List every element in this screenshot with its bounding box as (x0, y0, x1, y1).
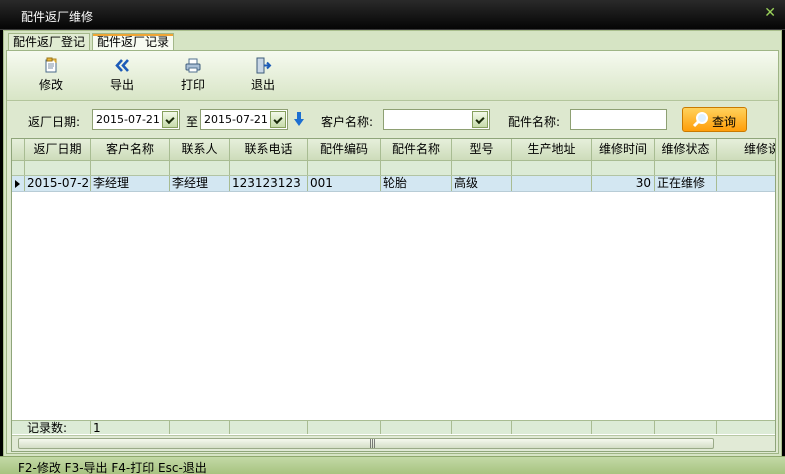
filter-cell[interactable] (91, 161, 170, 175)
title-bar: 配件返厂维修 ✕ (0, 0, 785, 30)
export-button[interactable]: 导出 (97, 57, 147, 97)
grip-icon: ||| (369, 439, 376, 449)
scrollbar-thumb[interactable]: ||| (18, 438, 714, 449)
filter-cell[interactable] (717, 161, 775, 175)
row-pointer-icon (15, 180, 20, 188)
double-chevron-left-icon (97, 57, 147, 74)
col-header-address[interactable]: 生产地址 (512, 139, 592, 161)
col-header-repair-time[interactable]: 维修时间 (592, 139, 655, 161)
tab-strip: 配件返厂登记 配件返厂记录 (8, 33, 176, 51)
down-arrow-icon[interactable] (293, 111, 305, 130)
cell-date[interactable]: 2015-07-21 (25, 176, 91, 191)
exit-button[interactable]: 退出 (238, 57, 288, 97)
window-body: 配件返厂登记 配件返厂记录 修改 导出 打印 退出 返厂日期: 2015-07-… (3, 30, 782, 474)
shortcut-hints: F2-修改 F3-导出 F4-打印 Esc-退出 (18, 461, 207, 474)
cell-contact[interactable]: 李经理 (170, 176, 230, 191)
col-header-status[interactable]: 维修状态 (655, 139, 717, 161)
col-header-part-code[interactable]: 配件编码 (308, 139, 381, 161)
query-button[interactable]: 查询 (682, 107, 747, 132)
cell-customer[interactable]: 李经理 (91, 176, 170, 191)
cell-note[interactable] (717, 176, 775, 191)
date-to-picker[interactable]: 2015-07-21 (200, 109, 288, 130)
cell-part-name[interactable]: 轮胎 (381, 176, 452, 191)
col-header-note[interactable]: 维修说 (717, 139, 775, 161)
query-button-label: 查询 (712, 115, 737, 129)
window-title: 配件返厂维修 (21, 10, 94, 24)
horizontal-scrollbar[interactable]: ||| (12, 435, 775, 451)
footer-cell (512, 421, 592, 434)
date-from-picker[interactable]: 2015-07-21 (92, 109, 180, 130)
footer-cell (230, 421, 308, 434)
tab-records[interactable]: 配件返厂记录 (92, 33, 175, 51)
footer-cell (452, 421, 512, 434)
col-header-contact[interactable]: 联系人 (170, 139, 230, 161)
filter-cell[interactable] (308, 161, 381, 175)
part-name-input[interactable] (570, 109, 667, 130)
magnifier-icon (692, 111, 710, 131)
chevron-down-icon[interactable] (472, 111, 488, 128)
footer-cell (308, 421, 381, 434)
print-button[interactable]: 打印 (168, 57, 218, 97)
footer-cell (381, 421, 452, 434)
chevron-down-icon[interactable] (270, 111, 286, 128)
status-bar: F2-修改 F3-导出 F4-打印 Esc-退出 (0, 456, 785, 474)
close-icon[interactable]: ✕ (764, 5, 776, 21)
filter-bar: 返厂日期: 2015-07-21 至 2015-07-21 客户名称: 配件名称… (7, 102, 778, 136)
cell-model[interactable]: 高级 (452, 176, 512, 191)
customer-select[interactable] (383, 109, 490, 130)
filter-cell[interactable] (170, 161, 230, 175)
date-from-value: 2015-07-21 (96, 113, 160, 126)
grid-header: 返厂日期 客户名称 联系人 联系电话 配件编码 配件名称 型号 生产地址 维修时… (12, 139, 775, 161)
cell-part-code[interactable]: 001 (308, 176, 381, 191)
part-name-label: 配件名称: (508, 115, 561, 129)
export-button-label: 导出 (109, 78, 134, 92)
tab-register[interactable]: 配件返厂登记 (8, 33, 91, 50)
print-button-label: 打印 (180, 78, 205, 92)
grid-footer: 记录数: 1 (12, 420, 775, 434)
cell-status[interactable]: 正在维修 (655, 176, 717, 191)
cell-phone[interactable]: 123123123 (230, 176, 308, 191)
filter-cell[interactable] (230, 161, 308, 175)
cell-repair-time[interactable]: 30 (592, 176, 655, 191)
records-grid[interactable]: 返厂日期 客户名称 联系人 联系电话 配件编码 配件名称 型号 生产地址 维修时… (11, 138, 776, 452)
filter-cell[interactable] (592, 161, 655, 175)
col-header-customer[interactable]: 客户名称 (91, 139, 170, 161)
customer-label: 客户名称: (321, 115, 374, 129)
col-header-model[interactable]: 型号 (452, 139, 512, 161)
filter-cell[interactable] (655, 161, 717, 175)
col-header-date[interactable]: 返厂日期 (25, 139, 91, 161)
to-label: 至 (186, 115, 199, 129)
col-header-part-name[interactable]: 配件名称 (381, 139, 452, 161)
filter-cell[interactable] (512, 161, 592, 175)
records-panel: 修改 导出 打印 退出 返厂日期: 2015-07-21 至 2015-07-2… (6, 50, 779, 454)
edit-button-label: 修改 (38, 78, 63, 92)
filter-cell (12, 161, 25, 175)
footer-cell (592, 421, 655, 434)
footer-cell (170, 421, 230, 434)
col-header-phone[interactable]: 联系电话 (230, 139, 308, 161)
edit-doc-icon (26, 57, 76, 74)
date-label: 返厂日期: (28, 115, 81, 129)
table-row[interactable]: 2015-07-21 李经理 李经理 123123123 001 轮胎 高级 3… (12, 176, 775, 192)
cell-address[interactable] (512, 176, 592, 191)
exit-button-label: 退出 (250, 78, 275, 92)
filter-cell[interactable] (25, 161, 91, 175)
filter-cell[interactable] (381, 161, 452, 175)
edit-button[interactable]: 修改 (26, 57, 76, 97)
chevron-down-icon[interactable] (162, 111, 178, 128)
header-indicator (12, 139, 25, 161)
toolbar: 修改 导出 打印 退出 (7, 51, 778, 101)
footer-cell (717, 421, 775, 434)
filter-row[interactable] (12, 161, 775, 176)
door-exit-icon (238, 57, 288, 74)
filter-cell[interactable] (452, 161, 512, 175)
footer-cell (655, 421, 717, 434)
printer-icon (168, 57, 218, 74)
date-to-value: 2015-07-21 (204, 113, 268, 126)
footer-count-value: 1 (91, 421, 170, 434)
row-indicator (12, 176, 25, 191)
footer-count-label: 记录数: (12, 421, 91, 434)
